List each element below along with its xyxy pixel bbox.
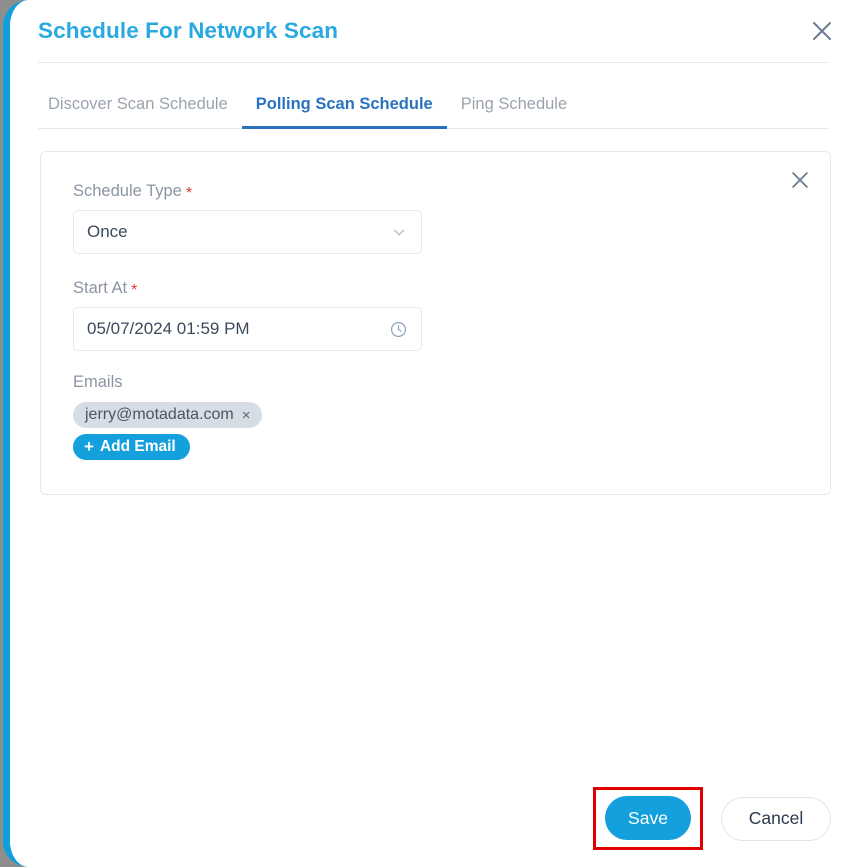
add-email-button[interactable]: + Add Email	[73, 434, 190, 460]
page-title: Schedule For Network Scan	[38, 18, 339, 43]
start-at-value: 05/07/2024 01:59 PM	[87, 319, 250, 338]
dialog-footer: Save Cancel	[593, 787, 831, 850]
required-marker: *	[131, 282, 138, 299]
schedule-type-value: Once	[87, 222, 128, 241]
card-close-icon[interactable]	[784, 164, 816, 196]
dialog-body: Schedule For Network Scan Discover Scan …	[10, 0, 857, 867]
email-chip-value: jerry@motadata.com	[85, 406, 234, 423]
plus-icon: +	[84, 436, 94, 456]
tab-polling-scan-schedule[interactable]: Polling Scan Schedule	[241, 95, 447, 129]
start-at-label: Start At *	[73, 279, 798, 299]
schedule-type-label: Schedule Type *	[73, 182, 798, 202]
dialog-header: Schedule For Network Scan	[10, 0, 857, 62]
close-icon[interactable]: ×	[242, 408, 251, 423]
start-at-field: Start At * 05/07/2024 01:59 PM	[41, 279, 830, 351]
schedule-type-field: Schedule Type * Once	[41, 182, 830, 254]
save-button-highlight: Save	[593, 787, 703, 850]
schedule-type-select[interactable]: Once	[73, 210, 422, 254]
tab-ping-schedule[interactable]: Ping Schedule	[447, 95, 581, 129]
add-email-label: Add Email	[99, 438, 176, 455]
required-marker: *	[185, 185, 193, 202]
cancel-button[interactable]: Cancel	[721, 796, 831, 841]
tab-discover-scan-schedule[interactable]: Discover Scan Schedule	[38, 95, 242, 129]
email-chip[interactable]: jerry@motadata.com ×	[73, 402, 262, 428]
email-chip-list: jerry@motadata.com ×	[73, 402, 798, 428]
tab-bar: Discover Scan Schedule Polling Scan Sche…	[38, 63, 829, 129]
schedule-form-card: Schedule Type * Once Start At * 05/07/20…	[40, 151, 831, 495]
schedule-type-label-text: Schedule Type	[73, 182, 182, 200]
emails-field: Emails jerry@motadata.com × + Add Email	[41, 373, 830, 460]
emails-label: Emails	[73, 373, 123, 391]
schedule-dialog: Schedule For Network Scan Discover Scan …	[3, 0, 857, 867]
chevron-down-icon	[390, 223, 408, 241]
start-at-input[interactable]: 05/07/2024 01:59 PM	[73, 307, 422, 351]
close-icon[interactable]	[805, 14, 839, 48]
save-button[interactable]: Save	[605, 796, 691, 840]
clock-icon[interactable]	[389, 320, 408, 339]
start-at-label-text: Start At	[73, 279, 128, 297]
